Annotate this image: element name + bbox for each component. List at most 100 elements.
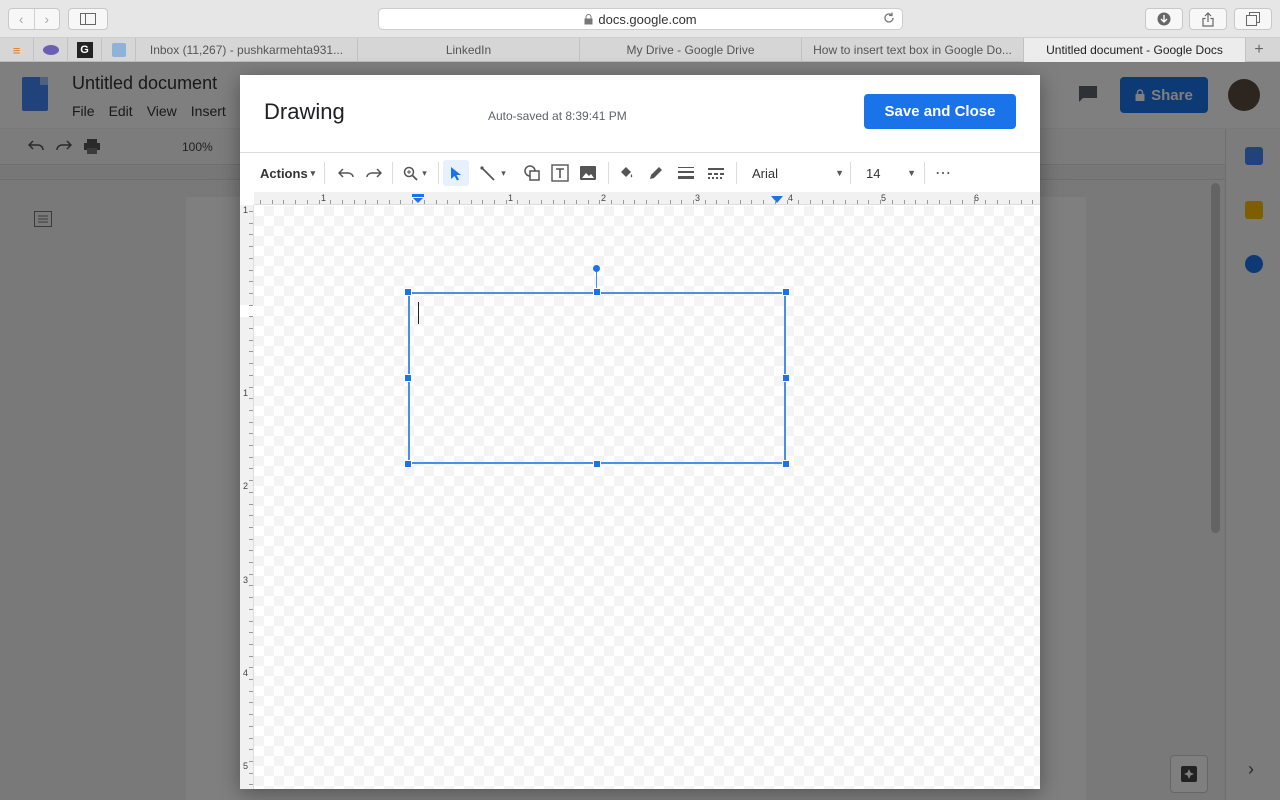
font-size-select[interactable]: 14 ▼ (866, 160, 916, 186)
resize-handle-top-right[interactable] (782, 288, 790, 296)
line-weight-icon (678, 167, 694, 179)
ruler-tick (249, 737, 253, 739)
ruler-tick (249, 222, 253, 224)
ruler-tick (341, 200, 343, 204)
ruler-tick (529, 200, 531, 204)
tabs-icon (1246, 12, 1260, 26)
save-and-close-button[interactable]: Save and Close (864, 94, 1016, 129)
puzzle-icon (111, 43, 126, 57)
ruler-tick (249, 374, 253, 376)
tab-inbox[interactable]: Inbox (11,267) - pushkarmehta931... (136, 38, 358, 62)
chevron-down-icon: ▼ (835, 168, 844, 178)
pinned-tab-4[interactable] (102, 38, 136, 62)
resize-handle-top-left[interactable] (404, 288, 412, 296)
ruler-tick (915, 200, 917, 204)
tab-how-to[interactable]: How to insert text box in Google Do... (802, 38, 1024, 62)
ruler-tick (786, 200, 788, 204)
ruler-label: 6 (974, 193, 980, 203)
ruler-label: 4 (243, 668, 249, 678)
text-box[interactable] (408, 292, 786, 464)
left-indent-marker-icon[interactable] (412, 194, 424, 203)
resize-handle-left[interactable] (404, 374, 412, 382)
ruler-tick (249, 433, 253, 435)
ruler-tick (1008, 200, 1010, 204)
chevron-down-icon: ▾ (422, 167, 427, 178)
border-color-button[interactable] (644, 160, 668, 186)
resize-handle-bottom-right[interactable] (782, 460, 790, 468)
reload-icon[interactable] (882, 11, 896, 25)
ruler-tick (856, 200, 858, 204)
more-options-button[interactable]: ⋯ (932, 160, 954, 186)
rotate-handle[interactable] (593, 265, 600, 272)
resize-handle-right[interactable] (782, 374, 790, 382)
ruler-label: 3 (695, 193, 701, 203)
forward-button[interactable]: › (33, 9, 60, 29)
undo-button[interactable] (334, 160, 358, 186)
ruler-tick (295, 200, 297, 204)
font-select[interactable]: Arial ▼ (752, 160, 844, 186)
ruler-tick (692, 200, 694, 204)
ruler-tick (505, 200, 507, 204)
ruler-tick (249, 409, 253, 411)
ruler-tick (249, 643, 253, 645)
ruler-tick (249, 702, 253, 704)
border-dash-button[interactable] (704, 160, 728, 186)
ruler-tick (997, 200, 999, 204)
pinned-tab-1[interactable]: ≡ (0, 38, 34, 62)
ruler-tick (763, 200, 765, 204)
ruler-tick (903, 200, 905, 204)
fill-color-button[interactable] (614, 160, 638, 186)
line-tool-button[interactable]: ▾ (474, 160, 512, 186)
ruler-tick (458, 200, 460, 204)
ruler-tick (249, 772, 253, 774)
tab-linkedin[interactable]: LinkedIn (358, 38, 580, 62)
ruler-tick (249, 620, 253, 622)
line-icon (480, 165, 495, 181)
ruler-tick (249, 749, 253, 751)
ruler-tick (962, 200, 963, 204)
select-tool-button[interactable] (443, 160, 469, 186)
paint-bucket-icon (621, 167, 633, 178)
undo-icon (338, 168, 354, 178)
ruler-tick (318, 200, 320, 204)
shape-tool-button[interactable] (520, 160, 544, 186)
pinned-tab-3[interactable]: G (68, 38, 102, 62)
ruler-tick (926, 200, 928, 204)
ruler-tick (249, 597, 253, 599)
drawing-canvas[interactable] (254, 206, 1040, 789)
new-tab-button[interactable]: + (1246, 38, 1272, 61)
ruler-tick (657, 200, 659, 204)
tab-untitled-document[interactable]: Untitled document - Google Docs (1024, 38, 1246, 62)
image-button[interactable] (576, 160, 600, 186)
ruler-tick (249, 585, 253, 587)
ruler-tick (249, 292, 253, 294)
redo-button[interactable] (362, 160, 386, 186)
resize-handle-bottom[interactable] (593, 460, 601, 468)
pinned-tab-2[interactable] (34, 38, 68, 62)
share-icon (1202, 11, 1214, 27)
ruler-tick (751, 200, 753, 204)
ruler-label: 5 (243, 761, 249, 771)
ruler-tick (470, 200, 472, 204)
zoom-button[interactable]: ▾ (398, 160, 432, 186)
tab-my-drive[interactable]: My Drive - Google Drive (580, 38, 802, 62)
resize-handle-top[interactable] (593, 288, 601, 296)
resize-handle-bottom-left[interactable] (404, 460, 412, 468)
lock-icon (584, 13, 593, 24)
text-box-button[interactable] (548, 160, 572, 186)
ruler-tick (891, 200, 893, 204)
autosave-status: Auto-saved at 8:39:41 PM (488, 109, 627, 123)
chevron-down-icon: ▾ (310, 167, 316, 178)
right-indent-marker-icon[interactable] (771, 196, 783, 203)
sidebar-button[interactable] (68, 8, 108, 30)
back-button[interactable]: ‹ (9, 9, 34, 29)
drawing-toolbar: Actions ▾ ▾ ▾ Arial ▼ 14 ▼ ⋯ (240, 152, 1040, 192)
ruler-tick (646, 200, 648, 204)
border-weight-button[interactable] (674, 160, 698, 186)
actions-menu[interactable]: Actions ▾ (260, 160, 315, 186)
downloads-button[interactable] (1145, 8, 1183, 30)
ruler-tick (798, 200, 800, 204)
address-bar[interactable]: docs.google.com (378, 8, 903, 30)
share-sheet-button[interactable] (1189, 8, 1227, 30)
tab-overview-button[interactable] (1234, 8, 1272, 30)
